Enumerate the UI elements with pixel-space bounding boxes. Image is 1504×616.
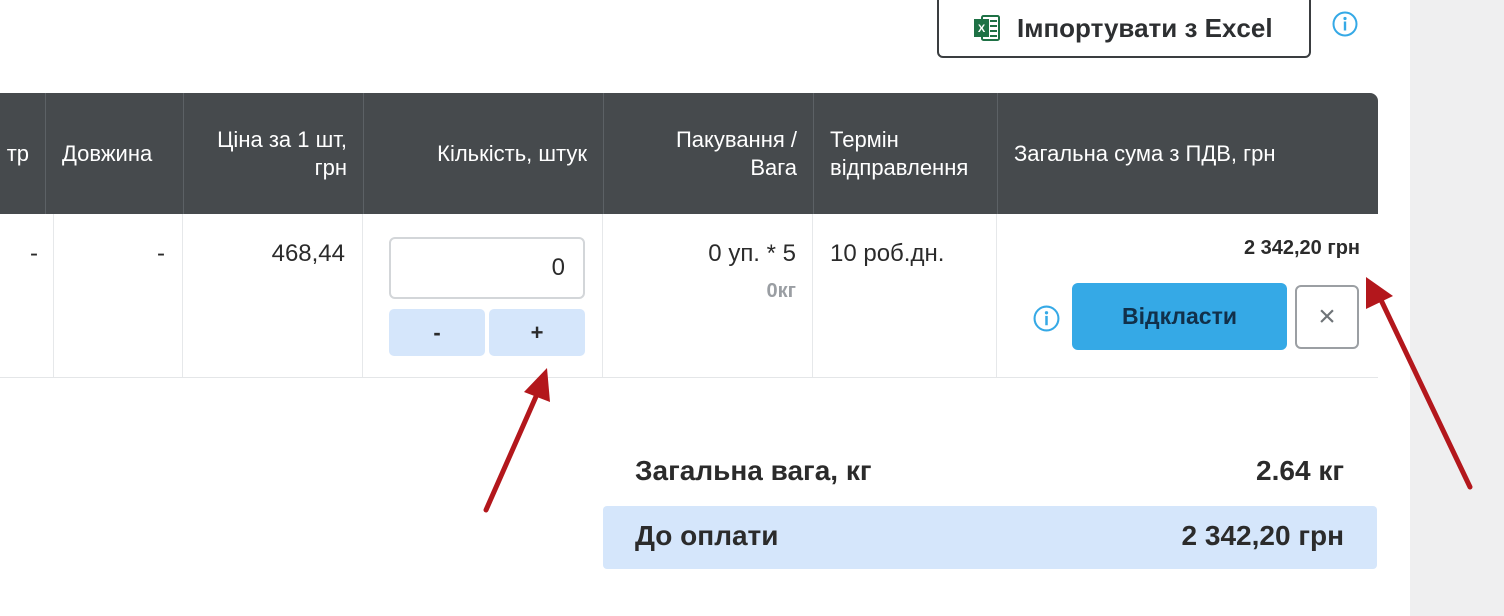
import-excel-label: Імпортувати з Excel — [1017, 12, 1273, 43]
column-divider — [182, 214, 183, 378]
total-weight-value: 2.64 кг — [1256, 455, 1344, 486]
quantity-decrement-button[interactable]: - — [389, 309, 485, 356]
annotation-arrow — [483, 368, 550, 513]
info-icon[interactable] — [1033, 305, 1060, 332]
column-divider — [602, 214, 603, 378]
column-header-packaging[interactable]: Пакування / Вага — [604, 93, 814, 214]
total-weight-label: Загальна вага, кг — [635, 455, 872, 486]
cell-packaging: 0 уп. * 5 — [708, 240, 796, 267]
cell-diameter: - — [30, 240, 38, 267]
cell-unit-price: 468,44 — [271, 240, 345, 267]
remove-item-button[interactable]: × — [1295, 285, 1359, 349]
info-icon[interactable] — [1332, 11, 1358, 37]
column-header-length[interactable]: Довжина — [46, 93, 184, 214]
page-gutter — [1410, 0, 1504, 616]
close-icon: × — [1318, 300, 1336, 333]
cell-length: - — [157, 240, 165, 267]
quantity-increment-button[interactable]: + — [489, 309, 585, 356]
column-header-diameter[interactable]: тр — [0, 93, 46, 214]
column-divider — [996, 214, 997, 378]
cell-ship-term: 10 роб.дн. — [830, 240, 945, 267]
column-divider — [362, 214, 363, 378]
column-divider — [812, 214, 813, 378]
excel-icon: X — [973, 14, 1001, 42]
import-excel-button[interactable]: X Імпортувати з Excel — [937, 0, 1311, 58]
column-header-total[interactable]: Загальна сума з ПДВ, грн — [998, 93, 1378, 214]
quantity-input[interactable] — [389, 237, 585, 299]
column-header-quantity[interactable]: Кількість, штук — [364, 93, 604, 214]
cell-total: 2 342,20 грн — [1243, 237, 1360, 259]
table-header: тр Довжина Ціна за 1 шт, грн Кількість, … — [0, 93, 1378, 214]
column-header-unit-price[interactable]: Ціна за 1 шт, грн — [184, 93, 364, 214]
amount-due-value: 2 342,20 грн — [1181, 520, 1344, 551]
svg-text:X: X — [978, 23, 986, 35]
column-header-ship-term[interactable]: Термін відправлення — [814, 93, 998, 214]
cell-weight: 0кг — [766, 280, 796, 302]
column-divider — [53, 214, 54, 378]
defer-button[interactable]: Відкласти — [1072, 283, 1287, 350]
row-divider — [0, 377, 1378, 378]
amount-due-label: До оплати — [635, 520, 779, 551]
